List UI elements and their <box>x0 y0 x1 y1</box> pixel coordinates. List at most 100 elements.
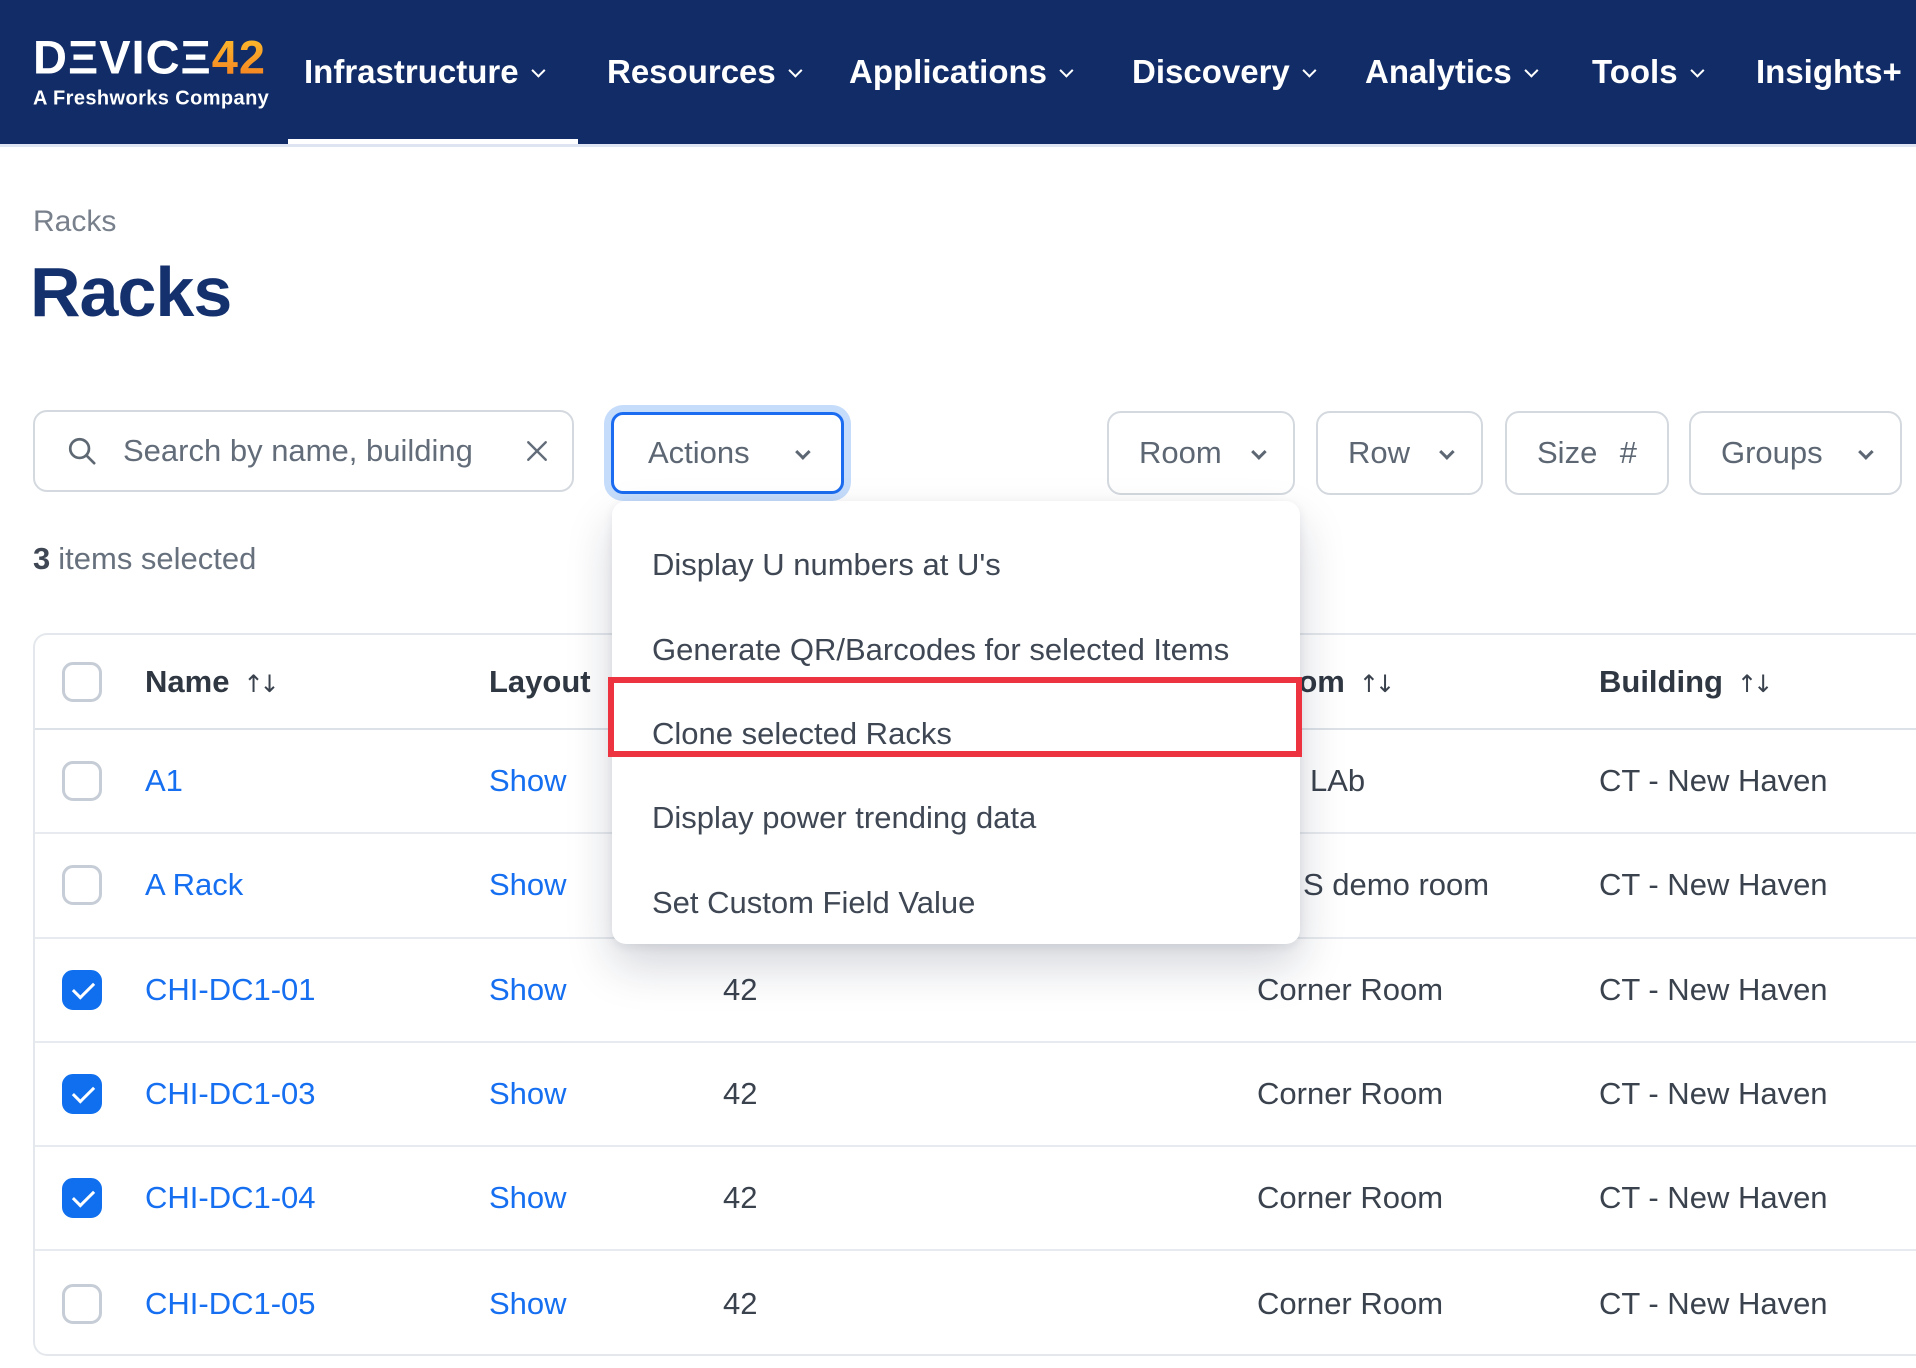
room-value: Corner Room <box>1257 1076 1443 1112</box>
search-input-container <box>33 410 574 492</box>
table-row-chi-dc1-04: CHI-DC1-04 Show 42 Corner Room CT - New Have… <box>35 1147 1916 1251</box>
menu-item-display-power-trending-data[interactable]: Display power trending data <box>612 776 1300 860</box>
clear-search-icon[interactable] <box>522 436 552 466</box>
nav-item-applications[interactable]: Applications <box>849 53 1070 91</box>
chevron-down-icon <box>788 64 802 78</box>
filter-row[interactable]: Row <box>1316 411 1483 495</box>
table-row-chi-dc1-01: CHI-DC1-01 Show 42 Corner Room CT - New Have… <box>35 939 1916 1043</box>
actions-button-label: Actions <box>648 435 750 471</box>
show-layout-link[interactable]: Show <box>489 867 567 903</box>
sort-icon: ↑↓ <box>243 670 275 698</box>
show-layout-link[interactable]: Show <box>489 763 567 799</box>
chevron-down-icon <box>1858 444 1874 460</box>
actions-button[interactable]: Actions <box>611 412 844 494</box>
select-all-checkbox[interactable] <box>62 662 102 702</box>
filter-room[interactable]: Room <box>1107 411 1295 495</box>
building-value: CT - New Haven <box>1599 1076 1828 1112</box>
table-row-chi-dc1-03: CHI-DC1-03 Show 42 Corner Room CT - New Have… <box>35 1043 1916 1147</box>
selection-count: 3items selected <box>33 541 256 577</box>
menu-item-clone-selected-racks[interactable]: Clone selected Racks <box>612 692 1300 776</box>
filter-groups[interactable]: Groups <box>1689 411 1902 495</box>
size-value: 42 <box>723 972 757 1008</box>
column-header-name[interactable]: Name↑↓ <box>145 664 276 700</box>
search-input[interactable] <box>123 433 522 469</box>
size-value: 42 <box>723 1286 757 1322</box>
chevron-down-icon <box>1690 64 1704 78</box>
building-value: CT - New Haven <box>1599 972 1828 1008</box>
building-value: CT - New Haven <box>1599 763 1828 799</box>
nav-item-discovery[interactable]: Discovery <box>1132 53 1313 91</box>
menu-item-generate-qr-barcodes-for-selected-items[interactable]: Generate QR/Barcodes for selected Items <box>612 607 1300 691</box>
row-checkbox[interactable] <box>62 970 102 1010</box>
chevron-down-icon <box>531 64 545 78</box>
menu-item-set-custom-field-value[interactable]: Set Custom Field Value <box>612 861 1300 945</box>
selection-count-number: 3 <box>33 541 50 576</box>
chevron-down-icon <box>795 444 811 460</box>
building-value: CT - New Haven <box>1599 1286 1828 1322</box>
room-value: Corner Room <box>1257 972 1443 1008</box>
sort-icon: ↑↓ <box>1359 670 1391 698</box>
column-header-building[interactable]: Building↑↓ <box>1599 664 1769 700</box>
chevron-down-icon <box>1524 64 1538 78</box>
chevron-down-icon <box>1251 444 1267 460</box>
nav-item-label: Tools <box>1592 53 1678 90</box>
nav-item-label: Applications <box>849 53 1047 90</box>
rack-name-link[interactable]: CHI-DC1-04 <box>145 1180 316 1216</box>
breadcrumb[interactable]: Racks <box>33 205 116 239</box>
building-value: CT - New Haven <box>1599 867 1828 903</box>
building-value: CT - New Haven <box>1599 1180 1828 1216</box>
nav-item-label: Insights+ <box>1756 53 1902 90</box>
show-layout-link[interactable]: Show <box>489 1180 567 1216</box>
nav-item-label: Discovery <box>1132 53 1290 90</box>
search-icon <box>65 434 99 468</box>
filter-label: Room <box>1139 435 1222 471</box>
nav-item-label: Infrastructure <box>304 53 519 90</box>
menu-item-display-u-numbers-at-u-s[interactable]: Display U numbers at U's <box>612 523 1300 607</box>
show-layout-link[interactable]: Show <box>489 972 567 1008</box>
nav-item-label: Resources <box>607 53 776 90</box>
rack-name-link[interactable]: CHI-DC1-01 <box>145 972 316 1008</box>
rack-name-link[interactable]: CHI-DC1-05 <box>145 1286 316 1322</box>
page-title: Racks <box>30 252 231 332</box>
filter-label: Groups <box>1721 435 1823 471</box>
row-checkbox[interactable] <box>62 1074 102 1114</box>
room-value: Corner Room <box>1257 1286 1443 1322</box>
sort-icon: ↑↓ <box>1737 670 1769 698</box>
logo-subtitle: A Freshworks Company <box>33 88 269 111</box>
room-value: Corner Room <box>1257 1180 1443 1216</box>
racks-page: DΞVICΞ42 A Freshworks Company Infrastruc… <box>0 0 1916 1368</box>
nav-item-infrastructure[interactable]: Infrastructure <box>304 53 542 91</box>
table-row-chi-dc1-05: CHI-DC1-05 Show 42 Corner Room CT - New Have… <box>35 1251 1916 1355</box>
logo-brand: DΞVICΞ <box>33 31 212 84</box>
show-layout-link[interactable]: Show <box>489 1076 567 1112</box>
logo-42: 42 <box>212 31 266 84</box>
selection-count-text: items selected <box>58 541 256 576</box>
filter-size[interactable]: Size # <box>1505 411 1669 495</box>
rack-name-link[interactable]: A Rack <box>145 867 243 903</box>
actions-dropdown-menu: Display U numbers at U'sGenerate QR/Barc… <box>612 501 1300 944</box>
top-navbar: DΞVICΞ42 A Freshworks Company Infrastruc… <box>0 0 1916 147</box>
nav-item-insights[interactable]: Insights+ <box>1756 53 1902 91</box>
row-checkbox[interactable] <box>62 761 102 801</box>
nav-item-resources[interactable]: Resources <box>607 53 799 91</box>
device42-logo-text: DΞVICΞ42 <box>33 34 269 81</box>
nav-item-analytics[interactable]: Analytics <box>1365 53 1535 91</box>
size-value: 42 <box>723 1180 757 1216</box>
chevron-down-icon <box>1302 64 1316 78</box>
row-checkbox[interactable] <box>62 865 102 905</box>
size-value: 42 <box>723 1076 757 1112</box>
rack-name-link[interactable]: CHI-DC1-03 <box>145 1076 316 1112</box>
show-layout-link[interactable]: Show <box>489 1286 567 1322</box>
row-checkbox[interactable] <box>62 1284 102 1324</box>
row-checkbox[interactable] <box>62 1178 102 1218</box>
nav-item-tools[interactable]: Tools <box>1592 53 1701 91</box>
nav-item-label: Analytics <box>1365 53 1512 90</box>
device42-logo[interactable]: DΞVICΞ42 A Freshworks Company <box>33 34 269 111</box>
chevron-down-icon <box>1059 64 1073 78</box>
filter-label: Row <box>1348 435 1410 471</box>
active-nav-underline <box>288 139 578 144</box>
rack-name-link[interactable]: A1 <box>145 763 183 799</box>
filter-label: Size <box>1537 435 1597 471</box>
column-header-layout: Layout <box>489 664 591 700</box>
hash-icon: # <box>1620 435 1637 471</box>
